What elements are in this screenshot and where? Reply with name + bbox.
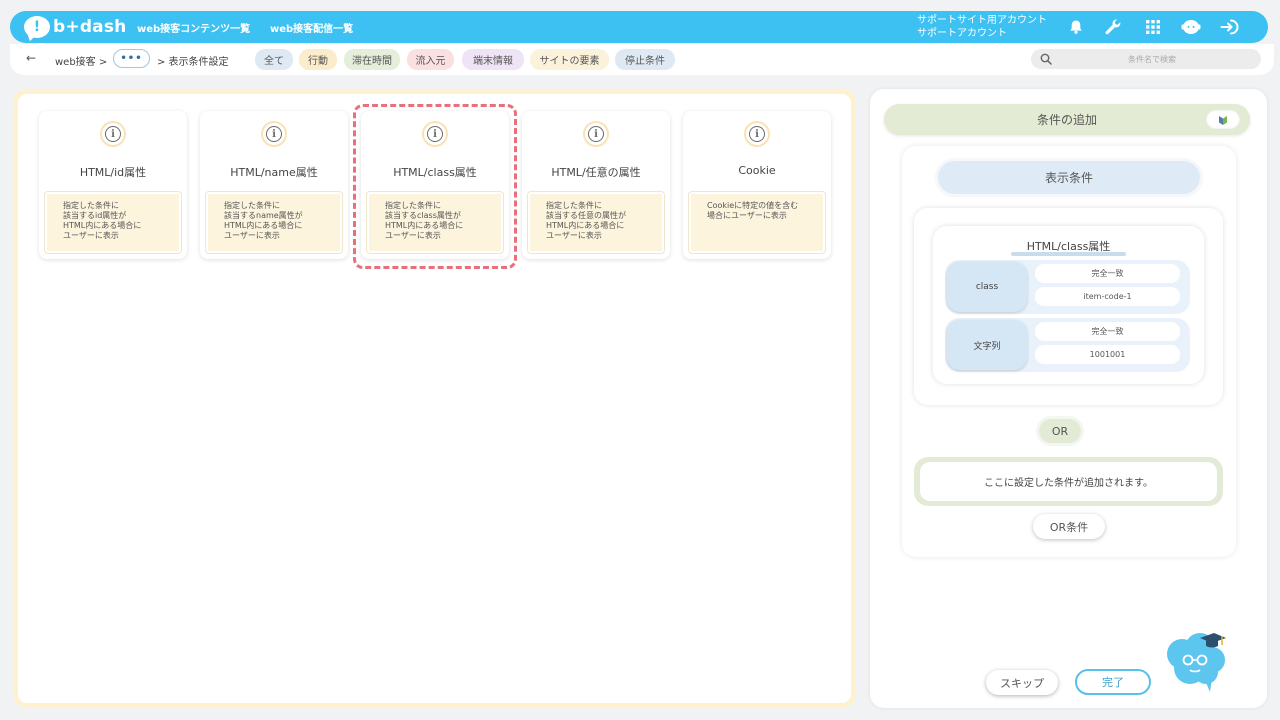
or-condition-button[interactable]: OR条件 [1033,514,1105,539]
collapse-toggle[interactable] [1206,110,1240,129]
card-title: HTML/class属性 [393,166,477,179]
condition-key: class [947,262,1027,312]
condition-container: HTML/class属性 class 完全一致 item-code-1 文字列 … [914,208,1223,405]
condition-key: 文字列 [947,320,1027,370]
card-title: HTML/任意の属性 [551,166,641,179]
condition-group: 表示条件 HTML/class属性 class 完全一致 item-code-1… [902,146,1236,557]
support-icon[interactable] [1181,18,1201,36]
beginner-mark-icon [1219,115,1227,125]
top-header: ! b+dash web接客コンテンツ一覧 web接客配信一覧 サポートサイト用… [10,11,1268,43]
skip-button[interactable]: スキップ [986,670,1058,695]
nav-content-list[interactable]: web接客コンテンツ一覧 [137,20,250,35]
filter-chip-site-element[interactable]: サイトの要素 [530,49,609,70]
info-icon: i [422,121,448,147]
logo-bubble-icon: ! [24,16,50,38]
card-description: 指定した条件に 該当する任意の属性が HTML内にある場合に ユーザーに表示 [527,191,665,254]
card-description: 指定した条件に 該当するid属性が HTML内にある場合に ユーザーに表示 [44,191,182,254]
logo-text: b+dash [53,17,127,37]
breadcrumb-toolbar: ← web接客 > ••• > 表示条件設定 全て 行動 滞在時間 流入元 端末… [10,44,1274,75]
bdash-logo[interactable]: ! b+dash [24,15,126,39]
account-name: サポートアカウント [917,28,1007,39]
card-title: HTML/name属性 [230,166,318,179]
info-icon: i [261,121,287,147]
condition-row-string: 文字列 完全一致 1001001 [945,318,1190,372]
nav-delivery-list[interactable]: web接客配信一覧 [270,20,353,35]
condition-value: item-code-1 [1035,287,1180,306]
mascot-cloud-icon [1167,633,1226,692]
add-condition-header: 条件の追加 [884,104,1250,135]
added-condition-text: ここに設定した条件が追加されます。 [920,462,1217,501]
info-icon: i [100,121,126,147]
account-site-label: サポートサイト用アカウント [917,15,1047,26]
condition-match-type: 完全一致 [1035,322,1180,341]
filter-chip-device[interactable]: 端末情報 [462,49,524,70]
condition-card-html-id[interactable]: i HTML/id属性 指定した条件に 該当するid属性が HTML内にある場合… [39,111,187,259]
condition-match-type: 完全一致 [1035,264,1180,283]
add-condition-title: 条件の追加 [1036,113,1097,127]
condition-search [1031,49,1261,69]
card-title: Cookie [738,164,776,177]
search-input[interactable] [1057,51,1247,67]
condition-title: HTML/class属性 [1026,240,1111,253]
condition-row-class: class 完全一致 item-code-1 [945,260,1190,314]
card-description: 指定した条件に 該当するclass属性が HTML内にある場合に ユーザーに表示 [366,191,504,254]
filter-chip-referrer[interactable]: 流入元 [407,49,454,70]
logout-icon[interactable] [1220,18,1240,36]
back-arrow-icon[interactable]: ← [26,51,36,65]
card-title: HTML/id属性 [79,166,147,179]
added-condition-placeholder: ここに設定した条件が追加されます。 [914,457,1223,506]
account-info[interactable]: サポートサイト用アカウント サポートアカウント [917,14,1047,40]
search-icon [1040,53,1052,65]
condition-card-html-name[interactable]: i HTML/name属性 指定した条件に 該当するname属性が HTML内に… [200,111,348,259]
wrench-icon[interactable] [1103,18,1123,36]
card-description: Cookieに特定の値を含む 場合にユーザーに表示 [688,191,826,254]
condition-card-panel: i HTML/id属性 指定した条件に 該当するid属性が HTML内にある場合… [13,89,856,708]
breadcrumb-more-button[interactable]: ••• [113,49,150,68]
condition-card-html-any[interactable]: i HTML/任意の属性 指定した条件に 該当する任意の属性が HTML内にある… [522,111,670,259]
done-button[interactable]: 完了 [1075,669,1151,695]
info-icon: i [744,121,770,147]
filter-chip-stay-time[interactable]: 滞在時間 [344,49,400,70]
breadcrumb-web-chat[interactable]: web接客 > [55,53,107,68]
condition-card-html-class[interactable]: i HTML/class属性 指定した条件に 該当するclass属性が HTML… [353,104,517,269]
display-condition-label: 表示条件 [938,161,1200,194]
condition-editor-panel: 条件の追加 表示条件 HTML/class属性 class 完全一致 item-… [870,89,1267,708]
info-icon: i [583,121,609,147]
card-description: 指定した条件に 該当するname属性が HTML内にある場合に ユーザーに表示 [205,191,343,254]
filter-chip-action[interactable]: 行動 [299,49,337,70]
grid-icon[interactable] [1143,18,1163,36]
breadcrumb-current-page: > 表示条件設定 [157,57,229,68]
or-separator-badge: OR [1039,419,1081,443]
filter-chip-all[interactable]: 全て [255,49,293,70]
html-class-condition[interactable]: HTML/class属性 class 完全一致 item-code-1 文字列 … [933,226,1204,384]
condition-value: 1001001 [1035,345,1180,364]
bell-icon[interactable] [1066,18,1086,36]
filter-chip-stop-condition[interactable]: 停止条件 [615,49,675,70]
condition-card-cookie[interactable]: i Cookie Cookieに特定の値を含む 場合にユーザーに表示 [683,111,831,259]
